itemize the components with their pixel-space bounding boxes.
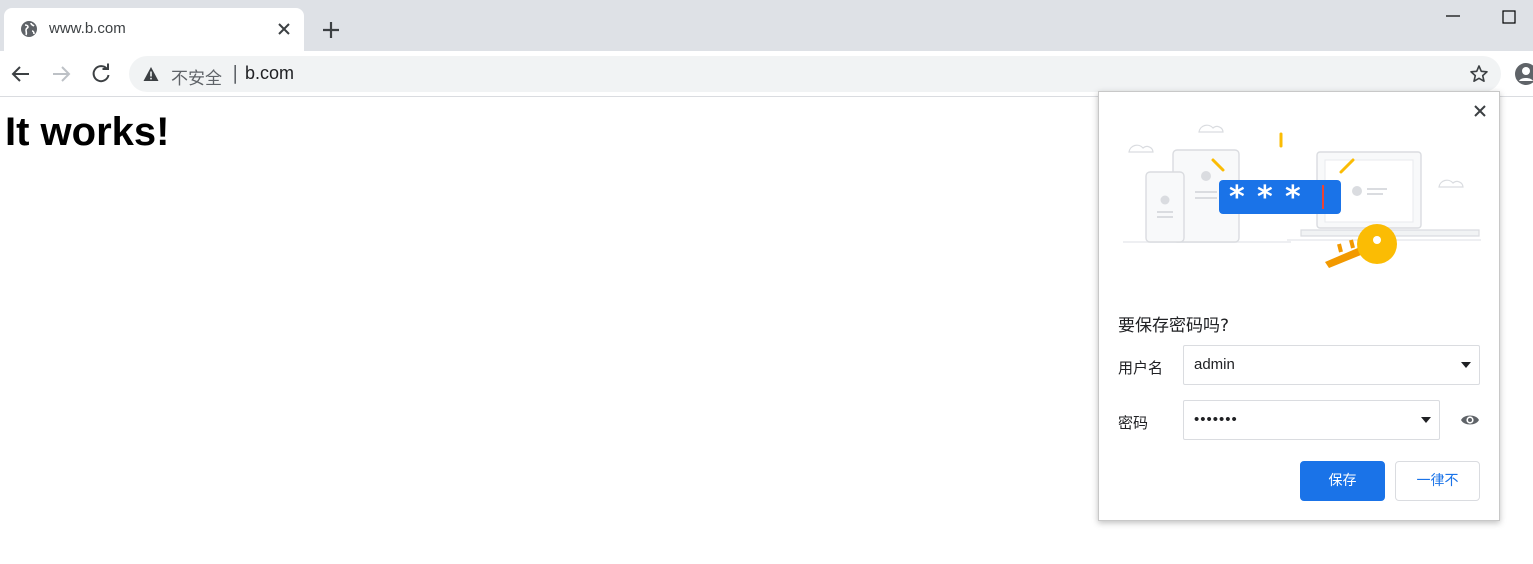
new-tab-button[interactable] — [320, 19, 342, 41]
password-label: 密码 — [1118, 414, 1149, 432]
username-label: 用户名 — [1118, 359, 1164, 377]
show-password-eye-icon[interactable] — [1460, 412, 1480, 428]
close-icon[interactable] — [276, 21, 292, 37]
tab-strip: www.b.com — [0, 0, 1533, 51]
url-separator: | — [232, 62, 239, 84]
svg-text:*: * — [1229, 180, 1245, 215]
dropdown-arrow-icon — [1461, 362, 1471, 368]
password-illustration: * * * — [1123, 124, 1481, 268]
profile-avatar-icon[interactable] — [1514, 62, 1533, 86]
address-bar[interactable]: 不安全 | b.com — [129, 56, 1501, 92]
forward-icon[interactable] — [50, 63, 72, 85]
username-dropdown[interactable]: admin — [1183, 345, 1480, 385]
warning-icon[interactable] — [143, 66, 159, 82]
dropdown-arrow-icon — [1421, 417, 1431, 423]
save-button[interactable]: 保存 — [1300, 461, 1385, 501]
page-heading: It works! — [5, 110, 170, 154]
url-text[interactable]: b.com — [245, 63, 294, 84]
password-dropdown[interactable]: ••••••• — [1183, 400, 1440, 440]
username-value: admin — [1194, 356, 1235, 373]
never-button[interactable]: 一律不 — [1395, 461, 1480, 501]
password-value: ••••••• — [1194, 411, 1238, 428]
dialog-title: 要保存密码吗? — [1118, 316, 1230, 336]
security-status[interactable]: 不安全 — [171, 64, 222, 89]
reload-icon[interactable] — [90, 63, 112, 85]
globe-icon — [21, 21, 37, 37]
tab-title: www.b.com — [49, 20, 126, 37]
back-icon[interactable] — [10, 63, 32, 85]
minimize-window-button[interactable] — [1443, 8, 1463, 24]
svg-text:*: * — [1257, 180, 1273, 215]
bookmark-star-icon[interactable] — [1469, 64, 1489, 84]
save-password-dialog: * * * 要保存密码吗? 用户名 admin 密码 ••••••• 保存 一律… — [1098, 91, 1500, 521]
browser-tab[interactable]: www.b.com — [4, 8, 304, 51]
svg-text:*: * — [1285, 180, 1301, 215]
maximize-window-button[interactable] — [1499, 8, 1519, 26]
